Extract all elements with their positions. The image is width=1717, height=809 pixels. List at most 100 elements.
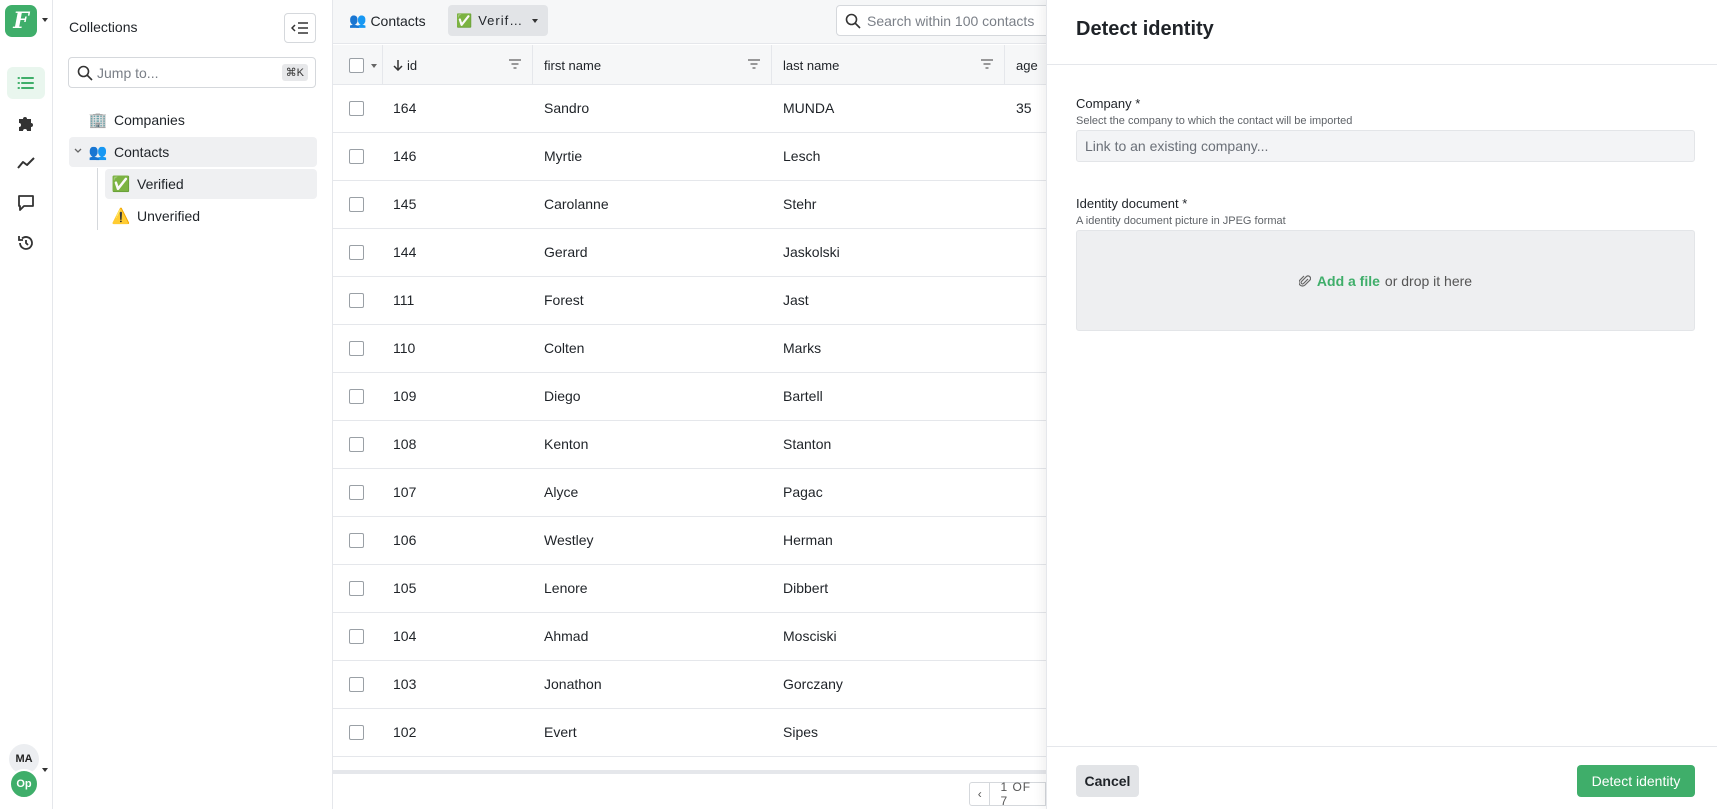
- filter-icon[interactable]: [747, 59, 761, 69]
- org-avatar[interactable]: Op: [9, 769, 39, 799]
- cell-first-name: Sandro: [544, 100, 590, 116]
- select-all-checkbox[interactable]: [349, 58, 364, 73]
- cell-last-name: Lesch: [783, 148, 821, 164]
- company-label: Company *: [1076, 96, 1141, 111]
- prev-page-button[interactable]: ‹: [969, 782, 991, 806]
- view-verified[interactable]: ✅ Verified: [105, 169, 317, 199]
- page-indicator[interactable]: 1 OF 7: [990, 780, 1046, 808]
- shortcut-badge: ⌘K: [281, 64, 308, 81]
- divider: [1047, 64, 1717, 65]
- column-label: first name: [544, 57, 602, 73]
- breadcrumb-label: Contacts: [370, 12, 426, 29]
- collection-companies[interactable]: 🏢 Companies: [88, 105, 318, 135]
- cell-id: 107: [393, 484, 417, 500]
- cell-last-name: Mosciski: [783, 628, 837, 644]
- collection-contacts[interactable]: 👥 Contacts: [69, 137, 317, 167]
- view-unverified[interactable]: ⚠️ Unverified: [105, 201, 317, 231]
- cell-first-name: Jonathon: [544, 676, 602, 692]
- collections-nav-button[interactable]: [7, 67, 45, 99]
- trend-icon: [17, 157, 35, 169]
- table-row[interactable]: 111 Forest Jast: [333, 277, 1046, 325]
- column-header-first-name[interactable]: first name: [533, 45, 772, 85]
- cell-id: 145: [393, 196, 417, 212]
- cell-id: 111: [393, 292, 415, 308]
- cell-id: 102: [393, 724, 417, 740]
- table-row[interactable]: 108 Kenton Stanton: [333, 421, 1046, 469]
- row-checkbox[interactable]: [349, 677, 364, 692]
- collapse-panel-button[interactable]: [284, 13, 316, 43]
- detect-identity-button[interactable]: Detect identity: [1577, 765, 1695, 797]
- table-row[interactable]: 105 Lenore Dibbert: [333, 565, 1046, 613]
- building-icon: 🏢: [88, 112, 108, 129]
- breadcrumb[interactable]: 👥 Contacts: [349, 12, 426, 29]
- row-checkbox[interactable]: [349, 341, 364, 356]
- table-row[interactable]: 146 Myrtie Lesch: [333, 133, 1046, 181]
- filter-icon[interactable]: [508, 59, 522, 69]
- row-checkbox[interactable]: [349, 197, 364, 212]
- column-label: age: [1016, 57, 1038, 73]
- row-checkbox[interactable]: [349, 293, 364, 308]
- integrations-nav-button[interactable]: [7, 107, 45, 139]
- filter-icon[interactable]: [980, 59, 994, 69]
- cell-last-name: Herman: [783, 532, 833, 548]
- org-caret-icon[interactable]: [42, 768, 48, 772]
- row-checkbox[interactable]: [349, 629, 364, 644]
- logo-caret-icon[interactable]: [42, 18, 48, 22]
- cell-last-name: Stanton: [783, 436, 832, 452]
- table-row[interactable]: 144 Gerard Jaskolski: [333, 229, 1046, 277]
- collection-label: Contacts: [114, 144, 170, 160]
- table-row[interactable]: 106 Westley Herman: [333, 517, 1046, 565]
- cell-first-name: Forest: [544, 292, 584, 308]
- logo-letter: F: [13, 8, 29, 34]
- company-link-input[interactable]: Link to an existing company...: [1076, 130, 1695, 162]
- column-header-id[interactable]: id: [383, 45, 533, 85]
- row-checkbox[interactable]: [349, 581, 364, 596]
- cell-id: 104: [393, 628, 417, 644]
- table-row[interactable]: 104 Ahmad Mosciski: [333, 613, 1046, 661]
- comments-nav-button[interactable]: [7, 187, 45, 219]
- cell-last-name: Gorczany: [783, 676, 843, 692]
- jump-to-input[interactable]: Jump to... ⌘K: [68, 57, 316, 88]
- history-nav-button[interactable]: [7, 227, 45, 259]
- cell-first-name: Gerard: [544, 244, 588, 260]
- cell-first-name: Diego: [544, 388, 581, 404]
- add-file-link[interactable]: Add a file: [1317, 273, 1380, 289]
- table-row[interactable]: 110 Colten Marks: [333, 325, 1046, 373]
- panel-title: Collections: [69, 19, 138, 35]
- row-checkbox[interactable]: [349, 725, 364, 740]
- detect-identity-drawer: Detect identity Company * Select the com…: [1046, 0, 1717, 809]
- select-menu-caret-icon[interactable]: [371, 64, 377, 68]
- table-row[interactable]: 145 Carolanne Stehr: [333, 181, 1046, 229]
- pagination: ‹ 1 OF 7: [969, 780, 1046, 808]
- cell-first-name: Carolanne: [544, 196, 609, 212]
- file-dropzone[interactable]: Add a file or drop it here: [1076, 230, 1695, 331]
- row-checkbox[interactable]: [349, 485, 364, 500]
- sort-desc-icon[interactable]: [393, 59, 403, 71]
- select-all-column: [333, 45, 383, 85]
- cancel-button[interactable]: Cancel: [1076, 765, 1139, 797]
- table-row[interactable]: 164 Sandro MUNDA 35: [333, 85, 1046, 133]
- chevron-down-icon[interactable]: [74, 147, 82, 155]
- row-checkbox[interactable]: [349, 149, 364, 164]
- analytics-nav-button[interactable]: [7, 147, 45, 179]
- collection-label: Companies: [114, 112, 185, 128]
- horizontal-scrollbar[interactable]: [333, 770, 1046, 774]
- main-content: 👥 Contacts ✅ Verif… Search within 100 co…: [333, 0, 1046, 809]
- table-search-input[interactable]: Search within 100 contacts: [836, 5, 1046, 36]
- row-checkbox[interactable]: [349, 389, 364, 404]
- cell-first-name: Colten: [544, 340, 585, 356]
- row-checkbox[interactable]: [349, 101, 364, 116]
- row-checkbox[interactable]: [349, 245, 364, 260]
- table-row[interactable]: 103 Jonathon Gorczany: [333, 661, 1046, 709]
- column-header-last-name[interactable]: last name: [772, 45, 1005, 85]
- column-header-age[interactable]: age: [1005, 45, 1046, 85]
- table-row[interactable]: 107 Alyce Pagac: [333, 469, 1046, 517]
- caret-down-icon: [532, 19, 538, 23]
- row-checkbox[interactable]: [349, 437, 364, 452]
- cell-last-name: Marks: [783, 340, 822, 356]
- app-logo[interactable]: F: [5, 5, 37, 37]
- view-selector[interactable]: ✅ Verif…: [448, 5, 548, 36]
- row-checkbox[interactable]: [349, 533, 364, 548]
- table-row[interactable]: 109 Diego Bartell: [333, 373, 1046, 421]
- table-row[interactable]: 102 Evert Sipes: [333, 709, 1046, 757]
